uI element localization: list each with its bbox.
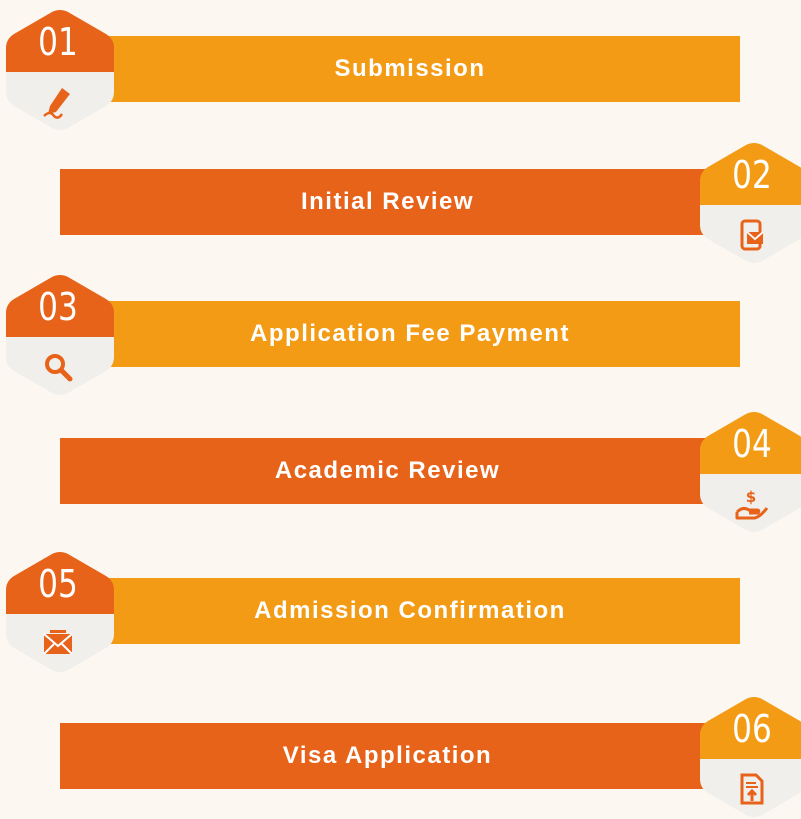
step-2-badge: 02 (700, 141, 801, 265)
step-3-label: Application Fee Payment (250, 320, 570, 347)
step-2-label: Initial Review (300, 188, 475, 215)
step-2-bar: Initial Review (60, 169, 715, 235)
document-upload-icon (734, 771, 770, 807)
mobile-mail-icon (734, 217, 770, 253)
email-icon (40, 626, 76, 662)
step-1-bar: Submission (80, 36, 740, 102)
step-3-bar: Application Fee Payment (80, 301, 740, 367)
step-4-badge: 04 $ (700, 410, 801, 534)
step-5-bar: Admission Confirmation (80, 578, 740, 644)
step-5-badge: 05 (6, 550, 116, 674)
step-1-badge: 01 (6, 8, 116, 132)
step-6-bar: Visa Application (60, 723, 715, 789)
step-1-number: 01 (38, 20, 78, 64)
step-6-badge: 06 (700, 695, 801, 819)
step-4-bar: Academic Review (60, 438, 715, 504)
step-4-label: Academic Review (274, 457, 501, 484)
step-4-number: 04 (732, 422, 772, 466)
svg-text:$: $ (746, 488, 756, 506)
magnifier-icon (40, 349, 76, 385)
step-3-badge: 03 (6, 273, 116, 397)
step-6-label: Visa Application (282, 742, 493, 769)
pen-signature-icon (40, 84, 76, 120)
hand-dollar-icon: $ (734, 486, 770, 522)
step-5-number: 05 (38, 562, 78, 606)
step-2-number: 02 (732, 153, 772, 197)
step-6-number: 06 (732, 707, 772, 751)
step-5-label: Admission Confirmation (254, 597, 566, 624)
step-3-number: 03 (38, 285, 78, 329)
step-1-label: Submission (334, 55, 486, 82)
